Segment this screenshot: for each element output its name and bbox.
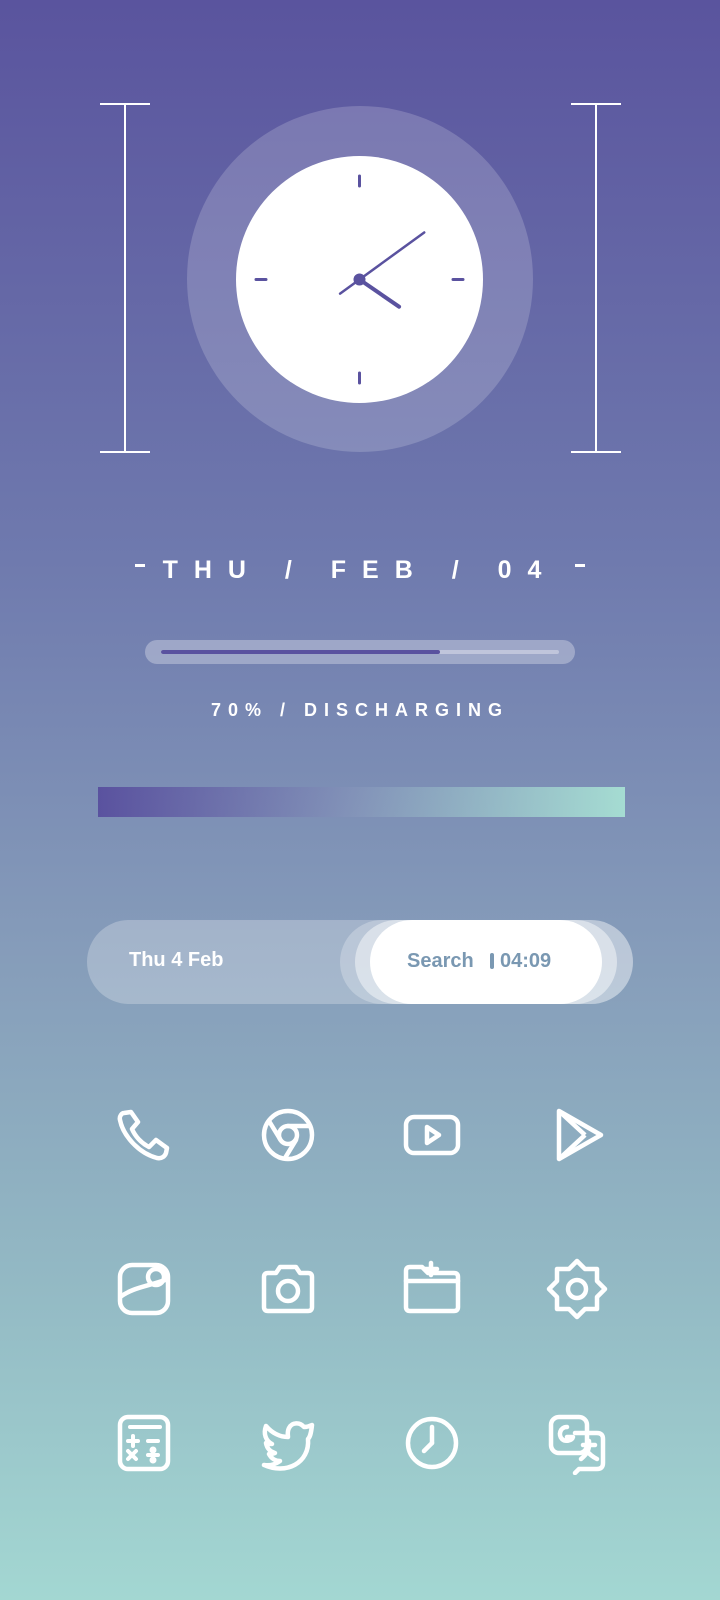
battery-bar bbox=[145, 640, 575, 664]
camera-icon[interactable] bbox=[256, 1257, 320, 1321]
twitter-icon[interactable] bbox=[256, 1411, 320, 1475]
date-display: THU / FEB / 04 bbox=[0, 556, 720, 585]
files-icon[interactable] bbox=[400, 1257, 464, 1321]
gradient-divider bbox=[98, 787, 625, 817]
youtube-icon[interactable] bbox=[400, 1103, 464, 1167]
chrome-icon[interactable] bbox=[256, 1103, 320, 1167]
search-button[interactable]: Search 04:09 bbox=[370, 920, 602, 1004]
analog-clock-widget[interactable] bbox=[236, 156, 483, 403]
play-store-icon[interactable] bbox=[545, 1103, 609, 1167]
minute-hand bbox=[338, 231, 426, 295]
calculator-icon[interactable] bbox=[112, 1411, 176, 1475]
clock-icon[interactable] bbox=[400, 1411, 464, 1475]
cursor-mark bbox=[490, 953, 494, 969]
date-text: THU / FEB / 04 bbox=[162, 556, 558, 584]
phone-icon[interactable] bbox=[112, 1103, 176, 1167]
search-widget[interactable]: Thu 4 Feb Search 04:09 bbox=[87, 920, 633, 1004]
hour-hand bbox=[357, 277, 402, 309]
dash-right bbox=[575, 563, 586, 567]
gallery-icon[interactable] bbox=[112, 1257, 176, 1321]
right-bracket-decoration bbox=[571, 103, 621, 453]
battery-status-text: 70% / DISCHARGING bbox=[210, 700, 510, 720]
search-label: Search bbox=[407, 950, 474, 972]
widget-time: 04:09 bbox=[500, 950, 552, 972]
clock-center bbox=[353, 273, 366, 286]
dash-left bbox=[134, 563, 145, 567]
settings-icon[interactable] bbox=[545, 1257, 609, 1321]
left-bracket-decoration bbox=[100, 103, 150, 453]
widget-date: Thu 4 Feb bbox=[129, 949, 224, 971]
translate-icon[interactable] bbox=[545, 1411, 609, 1475]
clock-dial bbox=[254, 174, 465, 385]
battery-fill bbox=[161, 650, 440, 654]
